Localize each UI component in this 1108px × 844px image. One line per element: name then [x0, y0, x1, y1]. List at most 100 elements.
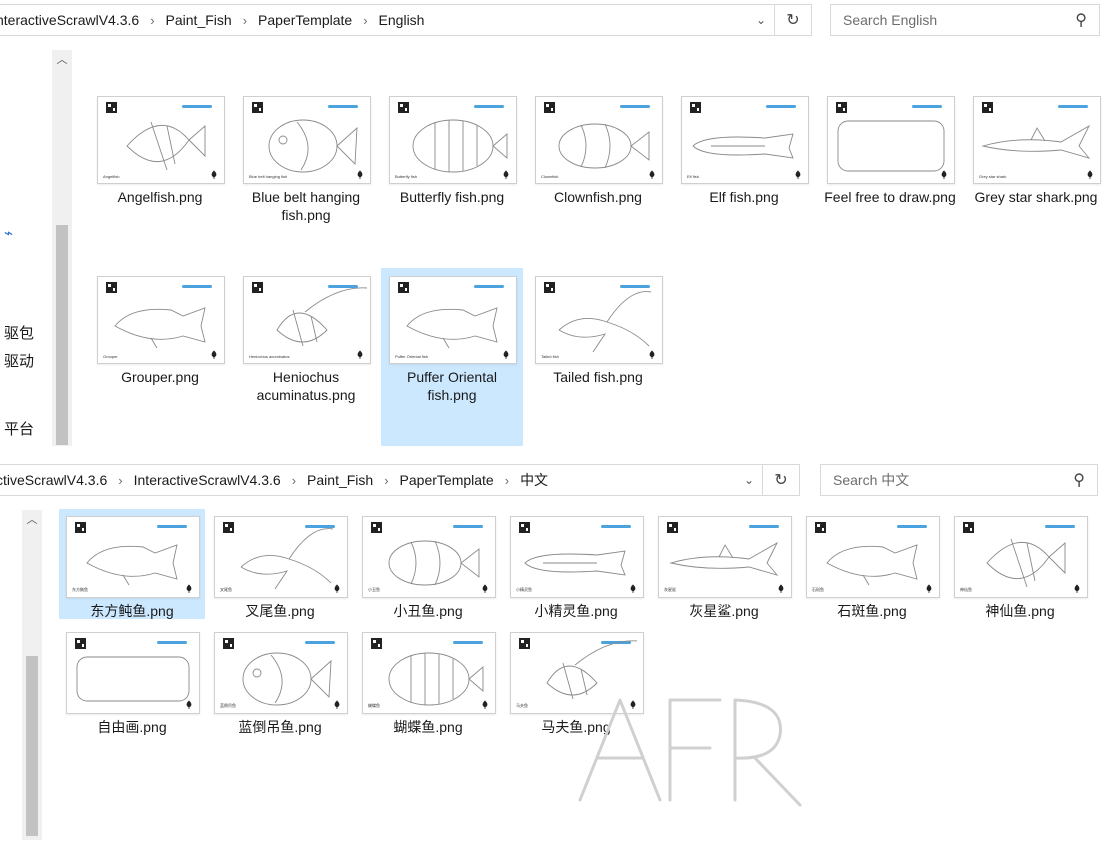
brand-logo-icon [305, 525, 335, 528]
brand-logo-icon [157, 641, 187, 644]
breadcrumb-item[interactable]: Paint_Fish [164, 12, 234, 28]
thumbnail-label: Heniochus acuminatus [249, 354, 290, 359]
nav-item[interactable]: 平台 [4, 418, 34, 439]
file-item[interactable]: Heniochus acuminatus Heniochus acuminatus… [235, 268, 377, 446]
thumbnail-label: 小丑鱼 [368, 587, 380, 592]
file-thumbnail: 叉尾鱼 [214, 516, 348, 598]
qr-code-icon [371, 638, 382, 649]
scrollbar-thumb[interactable] [56, 225, 68, 445]
breadcrumb-item[interactable]: English [377, 12, 427, 28]
file-name: 自由画.png [97, 719, 167, 735]
breadcrumb[interactable]: nteractiveScrawlV4.3.6 › Paint_Fish › Pa… [0, 4, 812, 36]
refresh-icon[interactable]: ↻ [774, 5, 811, 35]
thumbnail-label: 小精灵鱼 [516, 587, 532, 592]
chevron-down-icon[interactable]: ⌄ [748, 13, 774, 27]
file-item[interactable]: 灰星鲨 灰星鲨.png [651, 509, 797, 619]
file-item[interactable]: 石斑鱼 石斑鱼.png [799, 509, 945, 619]
file-item[interactable]: Blue belt hanging fish Blue belt hanging … [235, 88, 377, 266]
spade-icon [1087, 170, 1093, 179]
refresh-icon[interactable]: ↻ [762, 465, 799, 495]
scroll-up-icon[interactable]: ︿ [22, 510, 42, 530]
thumbnail-label: 蓝倒吊鱼 [220, 703, 236, 708]
breadcrumb-item[interactable]: nteractiveScrawlV4.3.6 [0, 12, 141, 28]
search-input[interactable]: Search English [843, 12, 937, 28]
file-item[interactable]: 蓝倒吊鱼 蓝倒吊鱼.png [207, 625, 353, 735]
file-item[interactable]: 蝴蝶鱼 蝴蝶鱼.png [355, 625, 501, 735]
spade-icon [334, 584, 340, 593]
qr-code-icon [398, 282, 409, 293]
file-name: Elf fish.png [709, 189, 779, 205]
spade-icon [357, 170, 363, 179]
chevron-down-icon[interactable]: ⌄ [736, 473, 762, 487]
file-name: Angelfish.png [117, 189, 203, 205]
vertical-scrollbar[interactable]: ︿ [52, 50, 72, 446]
file-thumbnail: Blue belt hanging fish [243, 96, 371, 184]
file-item[interactable]: 小丑鱼 小丑鱼.png [355, 509, 501, 619]
thumbnail-label: Elf fish [687, 174, 700, 179]
thumbnail-label: 东方鲀鱼 [72, 587, 88, 592]
breadcrumb-item[interactable]: 中文 [518, 470, 550, 490]
search-box[interactable]: Search English ⚲ [830, 4, 1100, 36]
file-item[interactable]: Grey star shark Grey star shark.png [965, 88, 1107, 266]
address-bar: ctiveScrawlV4.3.6 › InteractiveScrawlV4.… [0, 460, 1108, 500]
file-item[interactable]: Puffer Oriental fish Puffer Oriental fish… [381, 268, 523, 446]
vertical-scrollbar[interactable]: ︿ [22, 510, 42, 840]
spade-icon [482, 700, 488, 709]
search-icon[interactable]: ⚲ [1075, 10, 1087, 30]
qr-code-icon [398, 102, 409, 113]
brand-logo-icon [182, 105, 212, 108]
breadcrumb-item[interactable]: Paint_Fish [305, 472, 375, 488]
breadcrumb-item[interactable]: PaperTemplate [398, 472, 496, 488]
qr-code-icon [690, 102, 701, 113]
thumbnail-label: 神仙鱼 [960, 587, 972, 592]
file-item[interactable]: 神仙鱼 神仙鱼.png [947, 509, 1093, 619]
file-item[interactable]: Elf fish Elf fish.png [673, 88, 815, 266]
search-input[interactable]: Search 中文 [833, 470, 909, 490]
file-item[interactable]: Grouper Grouper.png [89, 268, 231, 446]
file-item[interactable]: 小精灵鱼 小精灵鱼.png [503, 509, 649, 619]
file-item[interactable]: 自由画.png [59, 625, 205, 735]
breadcrumb-separator-icon: › [384, 472, 389, 488]
thumbnail-label: Angelfish [103, 174, 120, 179]
file-name: Grey star shark.png [974, 189, 1098, 205]
spade-icon [211, 350, 217, 359]
brand-logo-icon [620, 105, 650, 108]
file-item[interactable]: 叉尾鱼 叉尾鱼.png [207, 509, 353, 619]
spade-icon [649, 170, 655, 179]
breadcrumb-item[interactable]: PaperTemplate [256, 12, 354, 28]
thumbnail-label: Butterfly fish [395, 174, 418, 179]
search-icon[interactable]: ⚲ [1073, 470, 1085, 490]
spade-icon [211, 170, 217, 179]
file-thumbnail: 东方鲀鱼 [66, 516, 200, 598]
file-item[interactable]: 马夫鱼 马夫鱼.png [503, 625, 649, 735]
nav-item[interactable]: ⌁ [4, 224, 13, 242]
file-item[interactable]: 东方鲀鱼 东方鲀鱼.png [59, 509, 205, 619]
file-item[interactable]: Angelfish Angelfish.png [89, 88, 231, 266]
spade-icon [503, 350, 509, 359]
brand-logo-icon [897, 525, 927, 528]
scrollbar-thumb[interactable] [26, 656, 38, 836]
search-box[interactable]: Search 中文 ⚲ [820, 464, 1098, 496]
spade-icon [926, 584, 932, 593]
file-item[interactable]: Tailed fish Tailed fish.png [527, 268, 669, 446]
file-item[interactable]: Butterfly fish Butterfly fish.png [381, 88, 523, 266]
file-thumbnail: 蓝倒吊鱼 [214, 632, 348, 714]
breadcrumb[interactable]: ctiveScrawlV4.3.6 › InteractiveScrawlV4.… [0, 464, 800, 496]
breadcrumb-item[interactable]: ctiveScrawlV4.3.6 [0, 472, 109, 488]
scroll-up-icon[interactable]: ︿ [52, 50, 72, 70]
qr-code-icon [519, 638, 530, 649]
nav-item[interactable]: 驱动 [4, 350, 34, 371]
nav-item[interactable]: 驱包 [4, 322, 34, 343]
brand-logo-icon [453, 641, 483, 644]
breadcrumb-items: nteractiveScrawlV4.3.6 › Paint_Fish › Pa… [0, 12, 748, 28]
thumbnail-label: Puffer Oriental fish [395, 354, 429, 359]
breadcrumb-separator-icon: › [363, 12, 368, 28]
file-item[interactable]: Feel free to draw.png [819, 88, 961, 266]
file-thumbnail: Grey star shark [973, 96, 1101, 184]
spade-icon [482, 584, 488, 593]
breadcrumb-separator-icon: › [118, 472, 123, 488]
spade-icon [186, 700, 192, 709]
qr-code-icon [75, 522, 86, 533]
file-item[interactable]: Clownfish Clownfish.png [527, 88, 669, 266]
breadcrumb-item[interactable]: InteractiveScrawlV4.3.6 [132, 472, 283, 488]
